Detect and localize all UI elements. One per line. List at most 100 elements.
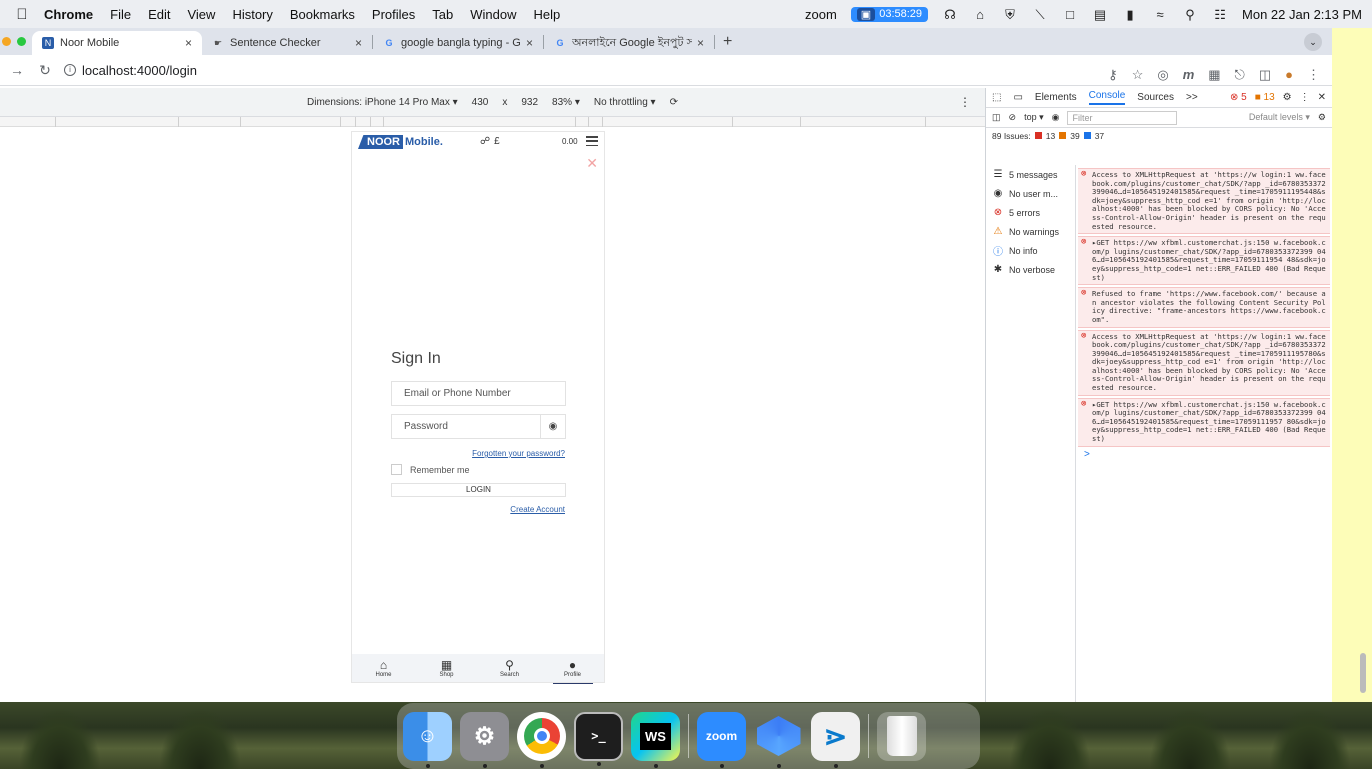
sidepanel-icon[interactable]: ◫ <box>1259 67 1271 83</box>
control-center-icon[interactable]: ☷ <box>1212 7 1228 22</box>
spotlight-icon[interactable]: ⚲ <box>1182 7 1198 22</box>
forgot-password-link[interactable]: Forgotten your password? <box>472 449 565 458</box>
device-width-input[interactable]: 430 <box>472 97 489 108</box>
email-field[interactable]: Email or Phone Number <box>391 381 566 406</box>
clear-console-icon[interactable]: ⊘ <box>1009 112 1017 123</box>
close-tab-icon[interactable]: × <box>526 36 533 50</box>
console-error-message[interactable]: ▸GET https://ww xfbml.customerchat.js:15… <box>1078 236 1330 286</box>
rotate-icon[interactable]: ⟳ <box>670 97 678 108</box>
webstorm-icon[interactable]: WS <box>631 711 680 768</box>
eye-icon[interactable]: ◉ <box>1052 112 1060 123</box>
shield-icon[interactable]: ⛨ <box>1002 7 1018 22</box>
hamburger-menu-icon[interactable] <box>586 136 598 146</box>
close-icon[interactable]: ✕ <box>586 155 598 172</box>
menu-history[interactable]: History <box>232 7 272 22</box>
eye-off-icon[interactable]: ◉ <box>540 415 565 438</box>
sidebar-item-user-messages[interactable]: ◉ No user m... <box>986 184 1075 203</box>
zoom-menu-label[interactable]: zoom <box>805 7 837 22</box>
nuxt-icon[interactable] <box>754 712 803 768</box>
throttling-select[interactable]: No throttling ▾ <box>594 97 656 108</box>
console-prompt[interactable]: > <box>1078 449 1330 460</box>
inspect-icon[interactable]: ⬚ <box>992 92 1001 103</box>
console-error-message[interactable]: Access to XMLHttpRequest at 'https://w l… <box>1078 168 1330 235</box>
sidebar-item-warnings[interactable]: ⚠ No warnings <box>986 222 1075 241</box>
warning-count-badge[interactable]: ■ 13 <box>1255 92 1275 103</box>
new-tab-button[interactable]: + <box>715 33 740 55</box>
console-error-message[interactable]: Refused to frame 'https://www.facebook.c… <box>1078 287 1330 328</box>
finder-icon[interactable]: ☺ <box>403 711 452 768</box>
close-tab-icon[interactable]: × <box>185 36 192 50</box>
battery-icon[interactable]: ▮ <box>1122 7 1138 22</box>
menu-window[interactable]: Window <box>470 7 516 22</box>
device-toggle-icon[interactable]: ▭ <box>1013 92 1022 103</box>
close-tab-icon[interactable]: × <box>697 36 704 50</box>
login-button[interactable]: LOGIN <box>391 483 566 497</box>
levels-select[interactable]: Default levels ▾ <box>1249 112 1310 123</box>
zoom-button[interactable] <box>17 37 26 46</box>
close-tab-icon[interactable]: × <box>355 36 362 50</box>
tab-sources[interactable]: Sources <box>1137 92 1174 103</box>
menu-file[interactable]: File <box>110 7 131 22</box>
menu-edit[interactable]: Edit <box>148 7 170 22</box>
url-field[interactable]: i localhost:4000/login <box>64 63 197 78</box>
key-icon[interactable]: ⚷ <box>1108 67 1118 83</box>
scrollbar-thumb[interactable] <box>1360 653 1366 693</box>
headphones-icon[interactable]: ☊ <box>942 7 958 22</box>
slash-icon[interactable]: ⟍ <box>1032 7 1048 22</box>
chat-icon[interactable]: □ <box>1062 7 1078 22</box>
gear-icon[interactable]: ⚙ <box>1283 92 1292 103</box>
more-tabs-button[interactable]: >> <box>1186 92 1198 103</box>
clock[interactable]: Mon 22 Jan 2:13 PM <box>1242 7 1362 22</box>
site-logo[interactable]: NOOR Mobile. <box>358 135 443 149</box>
checkbox[interactable] <box>391 464 402 475</box>
cart-button[interactable]: ☍ £ <box>480 136 500 147</box>
tab-google-bangla[interactable]: G google bangla typing - Google × <box>373 31 543 55</box>
error-count-badge[interactable]: ⊗ 5 <box>1230 92 1247 103</box>
sidebar-item-messages[interactable]: ☰ 5 messages <box>986 165 1075 184</box>
device-height-input[interactable]: 932 <box>521 97 538 108</box>
system-settings-icon[interactable]: ⚙ <box>460 711 509 768</box>
menu-app[interactable]: Chrome <box>44 7 93 22</box>
close-icon[interactable]: ✕ <box>1318 92 1326 103</box>
gear-icon[interactable]: ⚙ <box>1318 112 1326 123</box>
menu-bookmarks[interactable]: Bookmarks <box>290 7 355 22</box>
nav-home[interactable]: ⌂ Home <box>364 659 404 678</box>
apple-icon[interactable]:  <box>0 6 44 23</box>
sidebar-item-verbose[interactable]: ✱ No verbose <box>986 260 1075 279</box>
console-error-message[interactable]: Access to XMLHttpRequest at 'https://w l… <box>1078 329 1330 396</box>
reload-icon[interactable]: ↻ <box>36 62 54 79</box>
zoom-app-icon[interactable]: zoom <box>697 711 746 768</box>
trash-icon[interactable] <box>877 711 926 761</box>
kebab-menu-icon[interactable]: ⋮ <box>1300 92 1310 103</box>
create-account-link[interactable]: Create Account <box>510 505 565 514</box>
kebab-menu-icon[interactable]: ⋮ <box>959 95 971 109</box>
tab-google-input[interactable]: G অনলাইনে Google ইনপুট সরঞ্জাম × <box>544 31 714 55</box>
extension-icon[interactable]: ◎ <box>1157 67 1168 83</box>
remember-me-checkbox[interactable]: Remember me <box>391 464 470 475</box>
wifi-icon[interactable]: ≈ <box>1152 7 1168 22</box>
sidebar-toggle-icon[interactable]: ◫ <box>992 112 1001 123</box>
info-icon[interactable]: i <box>64 64 76 76</box>
display-icon[interactable]: ▤ <box>1092 7 1108 22</box>
minimize-button[interactable] <box>2 37 11 46</box>
console-error-message[interactable]: ▸GET https://ww xfbml.customerchat.js:15… <box>1078 397 1330 447</box>
nav-shop[interactable]: ▦ Shop <box>427 659 467 678</box>
vscode-icon[interactable]: ⋗ <box>811 711 860 768</box>
sidebar-item-errors[interactable]: ⊗ 5 errors <box>986 203 1075 222</box>
menu-help[interactable]: Help <box>534 7 561 22</box>
chevron-down-icon[interactable]: ⌄ <box>1304 33 1322 51</box>
tab-sentence-checker[interactable]: ☛ Sentence Checker × <box>202 31 372 55</box>
terminal-icon[interactable]: >_ <box>574 711 623 766</box>
password-field[interactable]: Password ◉ <box>391 414 566 439</box>
device-zoom-select[interactable]: 83% ▾ <box>552 97 580 108</box>
tab-console[interactable]: Console <box>1088 90 1126 105</box>
device-dimensions-select[interactable]: Dimensions: iPhone 14 Pro Max ▾ <box>307 97 458 108</box>
issues-bar[interactable]: 89 Issues: 13 39 37 <box>986 128 1332 143</box>
kebab-menu-icon[interactable]: ⋮ <box>1307 67 1320 83</box>
m-extension-icon[interactable]: m <box>1183 67 1195 82</box>
home-icon[interactable]: ⌂ <box>972 7 988 22</box>
puzzle-icon[interactable]: ⎋ <box>1235 67 1245 83</box>
avatar[interactable]: ● <box>1285 67 1293 82</box>
filter-input[interactable]: Filter <box>1067 110 1178 125</box>
menu-profiles[interactable]: Profiles <box>372 7 415 22</box>
